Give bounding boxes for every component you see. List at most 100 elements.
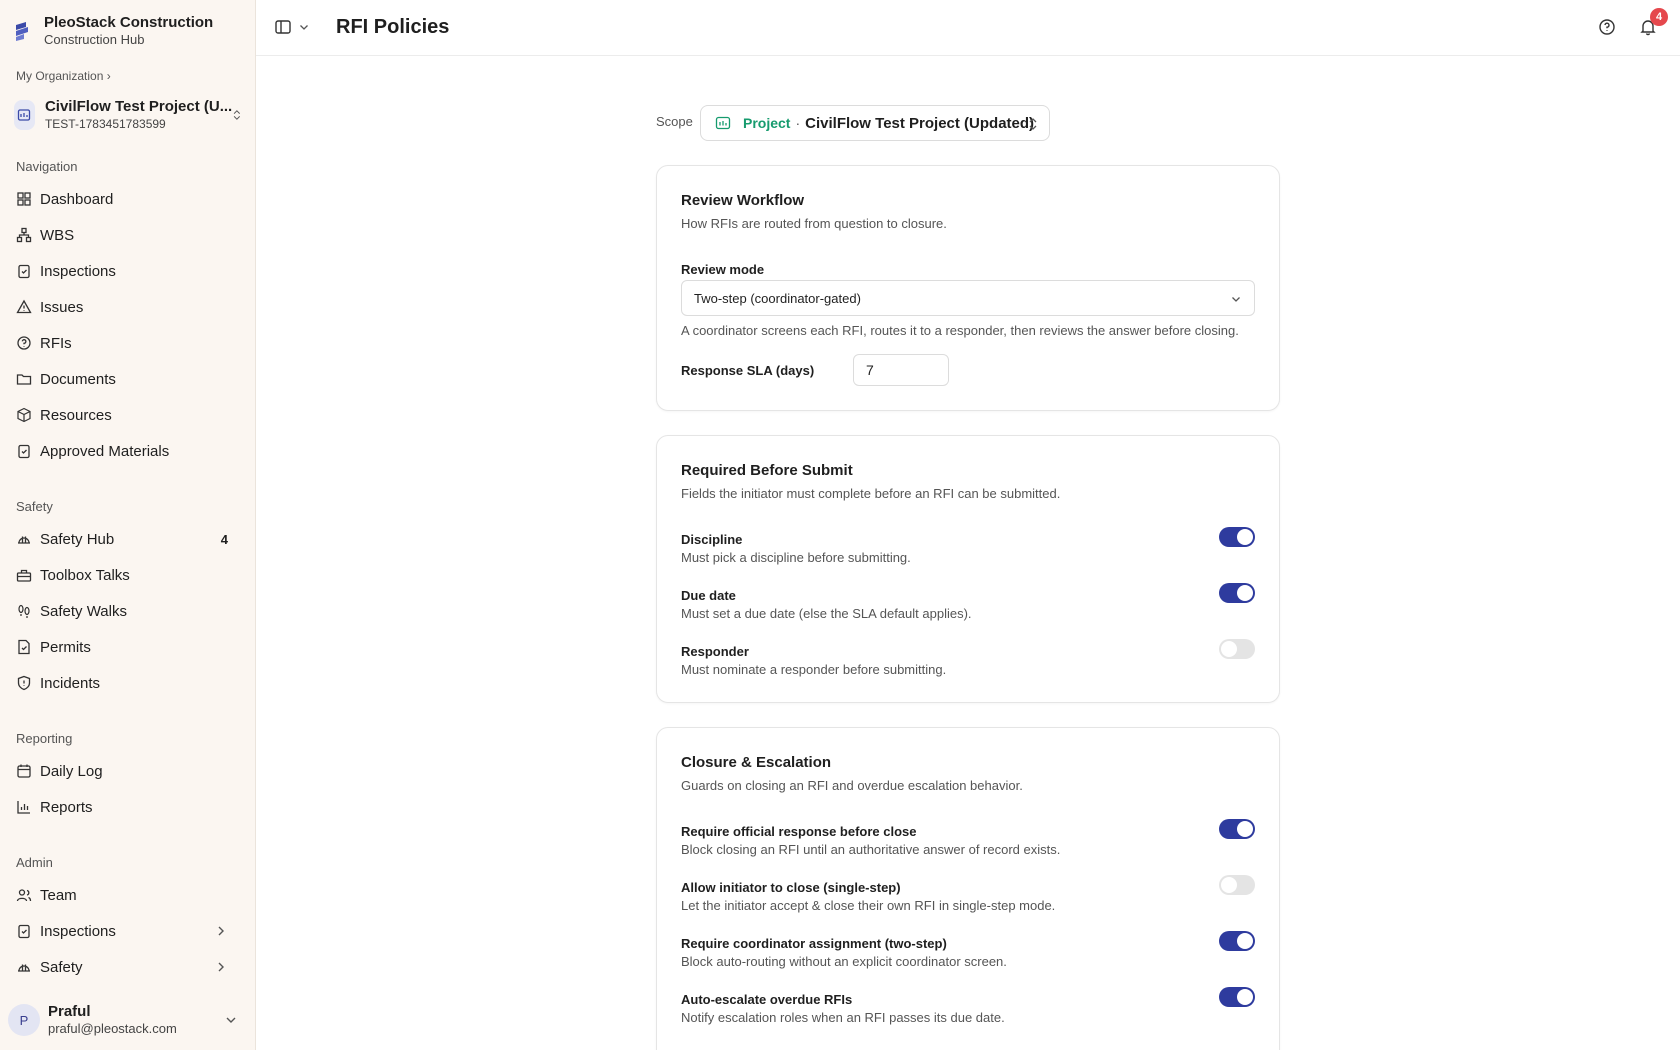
toggle-knob — [1221, 877, 1237, 893]
review-mode-help: A coordinator screens each RFI, routes i… — [681, 323, 1239, 338]
sidebar-item-label: Safety — [40, 958, 83, 976]
allow-initiator-close-toggle[interactable] — [1219, 875, 1255, 895]
card-subtitle: Fields the initiator must complete befor… — [681, 486, 1061, 501]
sidebar-item-label: Inspections — [40, 262, 116, 280]
calendar-icon — [16, 763, 32, 779]
brand[interactable]: PleoStack Construction Construction Hub — [12, 14, 213, 48]
sidebar-item-wbs[interactable]: WBS — [8, 219, 248, 251]
sidebar-item-rfis[interactable]: RFIs — [8, 327, 248, 359]
toggle-knob — [1237, 933, 1253, 949]
network-icon — [16, 227, 32, 243]
discipline-toggle[interactable] — [1219, 527, 1255, 547]
breadcrumb-organization[interactable]: My Organization › — [16, 69, 111, 83]
sidebar-item-safety-hub[interactable]: Safety Hub 4 — [8, 523, 248, 555]
project-id: TEST-1783451783599 — [44, 117, 166, 131]
chevron-down-icon[interactable] — [298, 21, 310, 33]
hard-hat-icon — [16, 531, 32, 547]
toggle-knob — [1237, 529, 1253, 545]
option-title: Responder — [681, 644, 749, 659]
sidebar-item-label: Issues — [40, 298, 84, 316]
toggle-knob — [1237, 821, 1253, 837]
sidebar-item-team[interactable]: Team — [8, 879, 248, 911]
sidebar-item-daily-log[interactable]: Daily Log — [8, 755, 248, 787]
avatar: P — [8, 1004, 40, 1036]
brand-logo-icon — [16, 22, 28, 41]
sidebar-item-safety-walks[interactable]: Safety Walks — [8, 595, 248, 627]
sidebar-item-label: Safety Walks — [40, 602, 127, 620]
sla-label: Response SLA (days) — [681, 363, 815, 378]
review-mode-label: Review mode — [681, 262, 765, 277]
hard-hat-icon — [16, 959, 32, 975]
project-switcher[interactable]: CivilFlow Test Project (U... TEST-178345… — [8, 92, 248, 138]
sidebar-item-permits[interactable]: Permits — [8, 631, 248, 663]
sidebar-item-label: Toolbox Talks — [40, 566, 130, 584]
toggle-knob — [1237, 585, 1253, 601]
scope-label: Scope — [656, 114, 693, 129]
sidebar-item-reports[interactable]: Reports — [8, 791, 248, 823]
top-bar: RFI Policies 4 — [256, 0, 1680, 56]
sidebar-item-incidents[interactable]: Incidents — [8, 667, 248, 699]
bar-chart-icon — [16, 799, 32, 815]
sidebar-item-admin-safety[interactable]: Safety — [8, 951, 248, 983]
sidebar-item-dashboard[interactable]: Dashboard — [8, 183, 248, 215]
due-date-toggle[interactable] — [1219, 583, 1255, 603]
review-mode-select[interactable]: Two-step (coordinator-gated) — [681, 280, 1255, 316]
sidebar-item-toolbox-talks[interactable]: Toolbox Talks — [8, 559, 248, 591]
sidebar-item-approved-materials[interactable]: Approved Materials — [8, 435, 248, 467]
sidebar: PleoStack Construction Construction Hub … — [0, 0, 256, 1050]
sidebar-item-documents[interactable]: Documents — [8, 363, 248, 395]
chevron-down-icon — [226, 1017, 236, 1023]
option-description: Notify escalation roles when an RFI pass… — [681, 1010, 1005, 1025]
sidebar-item-label: Safety Hub — [40, 530, 115, 548]
option-description: Must set a due date (else the SLA defaul… — [681, 606, 972, 621]
toggle-knob — [1221, 641, 1237, 657]
clipboard-check-icon — [16, 443, 32, 459]
chevron-right-icon — [218, 926, 224, 936]
dashboard-icon — [16, 191, 32, 207]
sidebar-item-label: Dashboard — [40, 190, 114, 208]
auto-escalate-toggle[interactable] — [1219, 987, 1255, 1007]
require-coordinator-assignment-toggle[interactable] — [1219, 931, 1255, 951]
user-menu[interactable]: P Praful praful@pleostack.com — [8, 1000, 248, 1040]
option-description: Block auto-routing without an explicit c… — [681, 954, 1007, 969]
sidebar-item-label: WBS — [40, 226, 75, 244]
scope-selector[interactable]: Project · CivilFlow Test Project (Update… — [700, 105, 1050, 141]
required-before-submit-card: Required Before Submit Fields the initia… — [656, 435, 1280, 703]
card-subtitle: Guards on closing an RFI and overdue esc… — [681, 778, 1023, 793]
option-title: Discipline — [681, 532, 743, 547]
chevrons-up-down-icon — [1029, 118, 1037, 130]
toggle-knob — [1237, 989, 1253, 1005]
sidebar-item-issues[interactable]: Issues — [8, 291, 248, 323]
card-title: Review Workflow — [681, 192, 805, 209]
sidebar-item-inspections[interactable]: Inspections — [8, 255, 248, 287]
toolbox-icon — [16, 567, 32, 583]
responder-toggle[interactable] — [1219, 639, 1255, 659]
review-mode-value: Two-step (coordinator-gated) — [694, 290, 861, 306]
closure-escalation-card: Closure & Escalation Guards on closing a… — [656, 727, 1280, 1050]
sidebar-item-label: Approved Materials — [40, 442, 170, 460]
users-icon — [16, 887, 32, 903]
package-icon — [16, 407, 32, 423]
scope-type: Project — [743, 115, 791, 131]
sidebar-item-admin-inspections[interactable]: Inspections — [8, 915, 248, 947]
sidebar-toggle-icon[interactable] — [274, 18, 292, 36]
card-subtitle: How RFIs are routed from question to clo… — [681, 216, 947, 231]
sidebar-item-label: Permits — [40, 638, 91, 656]
nav-section-admin: Admin — [16, 855, 53, 870]
page-title: RFI Policies — [336, 16, 450, 38]
sidebar-item-label: Team — [40, 886, 77, 904]
sla-days-input[interactable] — [853, 354, 949, 386]
card-title: Closure & Escalation — [681, 754, 832, 771]
sidebar-item-label: Reports — [40, 798, 93, 816]
option-description: Must pick a discipline before submitting… — [681, 550, 911, 565]
sidebar-item-resources[interactable]: Resources — [8, 399, 248, 431]
require-official-response-toggle[interactable] — [1219, 819, 1255, 839]
option-title: Allow initiator to close (single-step) — [681, 880, 901, 895]
help-circle-icon[interactable] — [1598, 18, 1616, 36]
brand-subtitle: Construction Hub — [44, 32, 145, 47]
brand-name: PleoStack Construction — [44, 14, 214, 31]
user-name: Praful — [48, 1003, 91, 1020]
card-title: Required Before Submit — [681, 462, 853, 479]
sidebar-item-label: Documents — [40, 370, 116, 388]
nav-section-safety: Safety — [16, 499, 53, 514]
